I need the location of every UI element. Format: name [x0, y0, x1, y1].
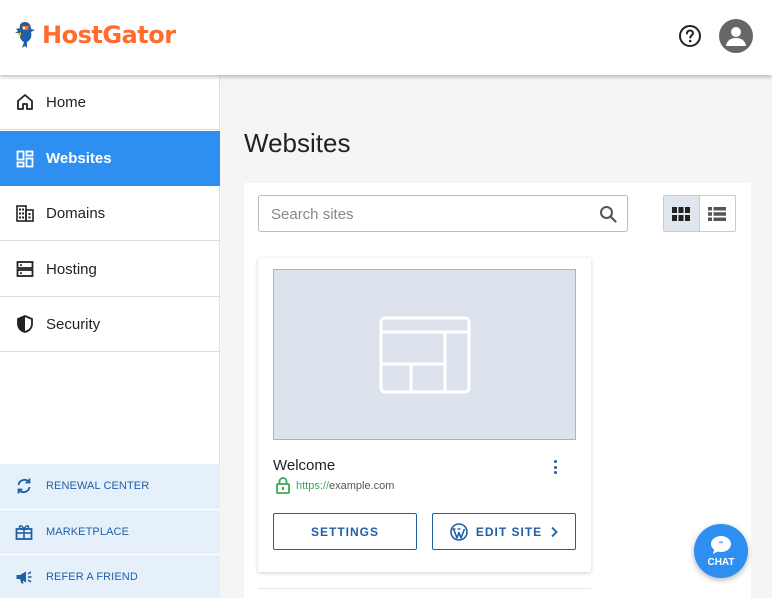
marketplace-label: MARKETPLACE	[46, 525, 130, 538]
building-icon	[15, 203, 35, 223]
chat-label: CHAT	[707, 556, 735, 568]
lock-icon	[276, 477, 290, 494]
search-icon[interactable]	[599, 205, 617, 223]
marketplace-link[interactable]: MARKETPLACE	[0, 509, 220, 553]
user-avatar-button[interactable]	[719, 19, 753, 53]
chat-bubble-icon: "	[710, 535, 732, 555]
sidebar-item-label: Websites	[46, 150, 112, 167]
url-host: example.com	[329, 479, 395, 492]
site-card: Welcome https://example.com SETTINGS EDI…	[258, 258, 591, 572]
website-layout-icon	[379, 316, 470, 393]
wordpress-icon	[450, 522, 468, 541]
site-url[interactable]: https://example.com	[276, 477, 394, 494]
search-input[interactable]	[271, 204, 581, 224]
megaphone-icon	[14, 567, 34, 587]
websites-panel: Welcome https://example.com SETTINGS	[244, 183, 751, 598]
site-name: Welcome	[273, 457, 336, 474]
grid-view-icon	[672, 206, 691, 221]
page-title: Websites	[244, 128, 351, 158]
url-scheme: https://	[296, 479, 330, 492]
edit-site-button[interactable]: EDIT SITE	[432, 513, 576, 550]
sidebar-item-hosting[interactable]: Hosting	[0, 242, 220, 297]
refer-a-friend-link[interactable]: REFER A FRIEND	[0, 554, 220, 598]
settings-button[interactable]: SETTINGS	[273, 513, 417, 550]
hostgator-logo[interactable]: HostGator	[12, 20, 176, 50]
sidebar-item-home[interactable]: Home	[0, 75, 220, 130]
help-circle-icon	[679, 25, 701, 47]
home-icon	[15, 92, 35, 112]
view-toggle	[663, 195, 736, 232]
svg-text:": "	[719, 540, 724, 550]
sidebar: Home Websites Domains Hosting Security R…	[0, 75, 220, 598]
grid-view-button[interactable]	[664, 196, 700, 231]
server-icon	[15, 259, 35, 279]
sidebar-item-label: Security	[46, 315, 101, 333]
sidebar-item-label: Home	[46, 93, 87, 111]
dashboard-icon	[15, 149, 35, 169]
next-site-card	[258, 588, 591, 598]
sidebar-item-label: Domains	[46, 204, 106, 222]
shield-icon	[15, 314, 35, 334]
refresh-icon	[14, 476, 34, 496]
brand-name: HostGator	[42, 21, 176, 49]
sidebar-item-security[interactable]: Security	[0, 297, 220, 352]
settings-button-label: SETTINGS	[310, 524, 379, 539]
search-box[interactable]	[258, 195, 628, 232]
refer-a-friend-label: REFER A FRIEND	[46, 570, 138, 583]
chevron-right-icon	[550, 526, 558, 538]
gift-icon	[14, 522, 34, 542]
chat-button[interactable]: " CHAT	[694, 524, 748, 578]
list-view-button[interactable]	[700, 196, 736, 231]
top-header: HostGator	[0, 0, 772, 75]
more-options-icon[interactable]	[548, 458, 562, 476]
user-avatar-icon	[726, 27, 746, 46]
gator-mascot-icon	[15, 22, 35, 48]
sidebar-item-websites[interactable]: Websites	[0, 131, 220, 186]
list-view-icon	[708, 206, 727, 221]
sidebar-item-domains[interactable]: Domains	[0, 186, 220, 241]
site-thumbnail[interactable]	[273, 269, 576, 440]
help-button[interactable]	[678, 24, 702, 48]
edit-site-button-label: EDIT SITE	[475, 524, 543, 539]
renewal-center-link[interactable]: RENEWAL CENTER	[0, 464, 220, 508]
sidebar-item-label: Hosting	[46, 260, 97, 278]
renewal-center-label: RENEWAL CENTER	[46, 480, 150, 492]
sidebar-bottom-links: RENEWAL CENTER MARKETPLACE REFER A FRIEN…	[0, 464, 220, 598]
